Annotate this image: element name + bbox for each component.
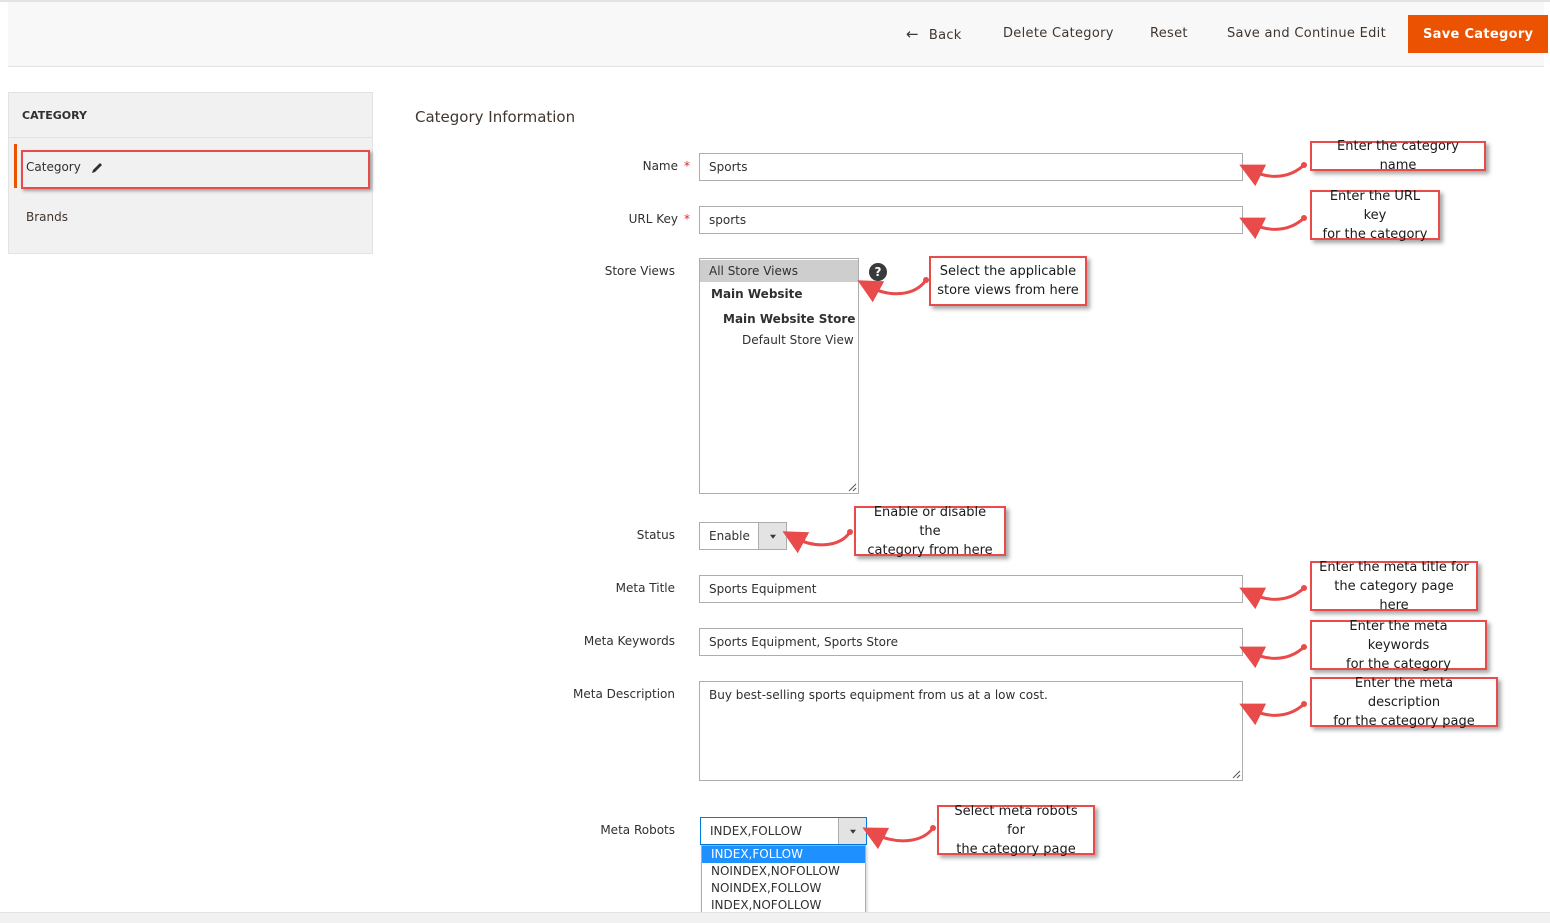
footer-bar bbox=[0, 912, 1550, 923]
annotation-meta-robots: Select meta robots for the category page bbox=[937, 804, 1095, 857]
annotation-meta-keywords: Enter the meta keywords for the category bbox=[1310, 619, 1487, 672]
annotation-meta-description: Enter the meta description for the categ… bbox=[1310, 676, 1498, 729]
annotation-status: Enable or disable the category from here bbox=[854, 505, 1006, 558]
annotation-store-views: Select the applicable store views from h… bbox=[929, 256, 1087, 306]
annotation-url-key: Enter the URL key for the category bbox=[1310, 189, 1440, 242]
annotation-name: Enter the category name bbox=[1310, 139, 1486, 173]
annotation-meta-title: Enter the meta title for the category pa… bbox=[1310, 560, 1478, 613]
